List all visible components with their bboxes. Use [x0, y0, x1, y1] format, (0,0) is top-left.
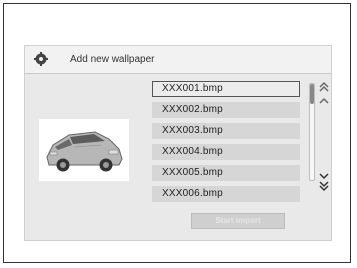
car-image — [39, 119, 129, 181]
scrollbar[interactable] — [309, 83, 315, 181]
file-item[interactable]: XXX006.bmp — [152, 186, 300, 202]
file-item[interactable]: XXX002.bmp — [152, 102, 300, 118]
scrollbar-thumb[interactable] — [310, 84, 314, 104]
chevron-up-icon[interactable] — [318, 96, 330, 108]
file-item[interactable]: XXX004.bmp — [152, 144, 300, 160]
double-chevron-down-icon[interactable] — [318, 180, 330, 195]
wallpaper-preview — [39, 119, 129, 181]
start-import-button[interactable]: Start import — [191, 213, 285, 229]
wallpaper-screen: Add new wallpaper XXX001.bmp XXX002.bmp … — [24, 45, 332, 241]
file-list: XXX001.bmp XXX002.bmp XXX003.bmp XXX004.… — [152, 81, 300, 207]
title-bar: Add new wallpaper — [25, 46, 331, 74]
double-chevron-up-icon[interactable] — [318, 81, 330, 96]
file-item[interactable]: XXX003.bmp — [152, 123, 300, 139]
gear-icon[interactable] — [34, 52, 48, 66]
file-item[interactable]: XXX005.bmp — [152, 165, 300, 181]
file-item[interactable]: XXX001.bmp — [152, 81, 300, 97]
page-title: Add new wallpaper — [70, 54, 155, 65]
